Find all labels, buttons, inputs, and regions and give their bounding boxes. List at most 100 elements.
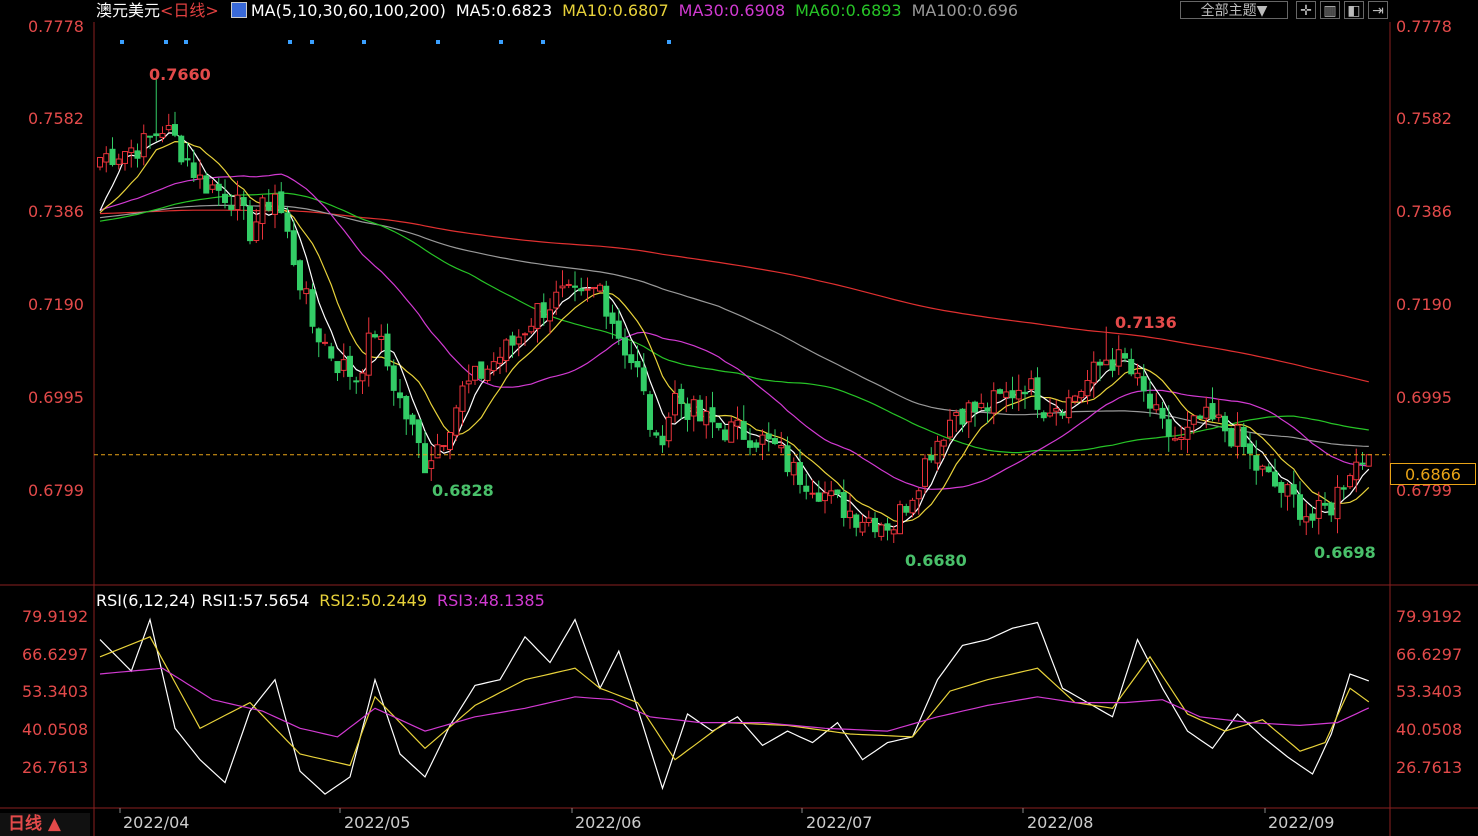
candle-body <box>365 332 372 376</box>
candle-body <box>603 285 610 317</box>
candle-body <box>515 336 522 345</box>
candle-body <box>890 529 897 535</box>
candle-body <box>1097 361 1103 366</box>
candle-body <box>1040 412 1047 419</box>
candle-body <box>128 147 135 154</box>
rsi-axis-label-right: 40.0508 <box>1396 720 1463 739</box>
candle-body <box>940 439 947 447</box>
rsi-axis-label-left: 40.0508 <box>22 720 89 739</box>
candle-body <box>684 403 691 420</box>
candle-body <box>478 361 485 379</box>
candle-body <box>790 461 797 476</box>
price-axis-label-left: 0.6995 <box>28 388 84 407</box>
candle-body <box>1315 500 1322 519</box>
candle-body <box>209 184 216 190</box>
candle-body <box>628 354 635 364</box>
candle-body <box>1059 412 1066 416</box>
rsi-axis-label-right: 79.9192 <box>1396 607 1463 626</box>
signal-marker <box>120 40 124 44</box>
candle-body <box>1334 486 1341 520</box>
candle-body <box>772 438 778 445</box>
candle-body <box>1209 403 1216 420</box>
candle-body <box>1197 415 1203 419</box>
candle-body <box>1115 349 1122 367</box>
candle-body <box>915 490 922 500</box>
candle-body <box>697 399 703 422</box>
candle-body <box>1015 389 1022 400</box>
candle-body <box>678 388 685 405</box>
candle-body <box>1309 513 1316 521</box>
candle-body <box>1203 406 1210 419</box>
rsi-axis-label-left: 66.6297 <box>22 645 89 664</box>
candle-body <box>1322 502 1328 506</box>
candle-body <box>1240 427 1247 448</box>
candle-body <box>859 521 866 533</box>
candle-body <box>865 517 872 523</box>
candle-body <box>640 367 647 392</box>
price-axis-label-right: 0.7190 <box>1396 295 1452 314</box>
candle-body <box>1103 359 1110 366</box>
candle-body <box>834 489 841 495</box>
x-axis-label: 2022/05 <box>344 813 411 832</box>
candle-body <box>197 174 203 180</box>
candle-body <box>1328 502 1335 516</box>
candle-body <box>709 407 716 423</box>
candle-body <box>459 385 466 412</box>
period-selector[interactable]: 日线 ▲ <box>0 813 90 836</box>
candle-body <box>897 504 903 535</box>
candle-body <box>1178 437 1185 440</box>
candle-body <box>1047 412 1053 417</box>
ma100-line <box>99 204 1369 447</box>
rsi-axis-label-right: 53.3403 <box>1396 682 1463 701</box>
candle-body <box>972 401 978 413</box>
candle-body <box>784 445 791 473</box>
candle-body <box>240 197 247 206</box>
candle-body <box>984 407 991 412</box>
price-axis-label-right: 0.6995 <box>1396 388 1452 407</box>
candle-body <box>378 335 385 340</box>
candle-body <box>222 193 228 204</box>
candle-body <box>1028 378 1035 390</box>
annotation-high: 0.7136 <box>1115 313 1177 332</box>
candle-body <box>965 402 972 423</box>
candle-body <box>747 440 753 448</box>
x-axis-label: 2022/08 <box>1027 813 1094 832</box>
price-axis-label-left: 0.7778 <box>28 17 84 36</box>
candle-body <box>434 444 441 459</box>
candle-body <box>334 361 341 374</box>
candle-body <box>884 523 891 531</box>
candle-body <box>872 517 878 533</box>
price-axis-label-right: 0.7582 <box>1396 109 1452 128</box>
candle-body <box>297 260 303 291</box>
candle-body <box>215 183 222 191</box>
candle-body <box>440 445 447 448</box>
signal-marker <box>184 40 188 44</box>
candle-body <box>228 205 235 210</box>
candle-body <box>740 421 747 440</box>
candle-body <box>1234 424 1241 447</box>
candle-body <box>190 162 197 178</box>
rsi-axis-label-left: 79.9192 <box>22 607 89 626</box>
candle-body <box>309 289 316 327</box>
rsi-line-rsi3 <box>99 667 1370 738</box>
candle-body <box>634 361 641 368</box>
rsi-axis-label-right: 26.7613 <box>1396 758 1463 777</box>
candle-body <box>384 333 391 367</box>
candle-body <box>1122 353 1128 359</box>
candle-body <box>559 285 566 289</box>
candle-body <box>547 309 553 322</box>
candle-body <box>765 433 772 440</box>
candle-body <box>703 410 710 426</box>
candle-body <box>1003 391 1010 398</box>
candle-body <box>1034 377 1041 410</box>
candle-body <box>153 133 160 137</box>
candle-body <box>1259 465 1266 470</box>
candle-body <box>997 389 1003 394</box>
annotation-low: 0.6828 <box>432 481 494 500</box>
candle-body <box>690 399 697 417</box>
candle-body <box>284 212 291 232</box>
candle-body <box>734 419 741 427</box>
candle-body <box>203 175 210 194</box>
candle-body <box>753 442 760 448</box>
candle-body <box>140 133 147 158</box>
